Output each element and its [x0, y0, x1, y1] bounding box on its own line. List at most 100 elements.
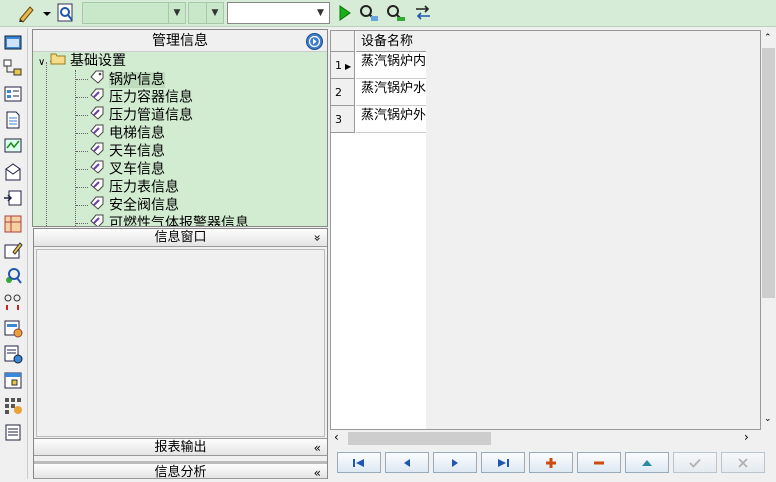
printer-icon[interactable] — [3, 422, 23, 442]
tag-icon — [89, 178, 109, 197]
equipment-name-cell[interactable]: 蒸汽锅炉外 — [356, 106, 426, 133]
value-select[interactable]: ▼ — [227, 2, 330, 24]
equipment-name-cell[interactable]: 蒸汽锅炉内 — [356, 52, 426, 79]
last-record-button[interactable] — [481, 452, 525, 473]
tag-icon — [89, 214, 109, 226]
scroll-right-icon[interactable]: › — [744, 430, 749, 444]
edit-record-button[interactable] — [625, 452, 669, 473]
tag-icon — [89, 106, 109, 125]
table-row[interactable]: 3 蒸汽锅炉外 — [331, 106, 426, 133]
delete-record-button[interactable] — [577, 452, 621, 473]
equipment-name-cell[interactable]: 蒸汽锅炉水 — [356, 79, 426, 106]
plus-icon — [546, 457, 556, 468]
vertical-scroll-thumb[interactable] — [762, 48, 775, 298]
expand-icon[interactable]: « — [314, 439, 321, 457]
window-icon[interactable] — [3, 33, 23, 53]
scroll-left-icon[interactable]: ‹ — [334, 430, 339, 444]
operator-select[interactable]: ▼ — [188, 2, 224, 24]
current-row-pointer-icon: ▶ — [345, 62, 352, 71]
search-filter-icon[interactable] — [385, 3, 407, 23]
tree-item-elevator[interactable]: 电梯信息 — [89, 124, 165, 142]
first-icon — [353, 458, 364, 467]
post-record-button[interactable] — [673, 452, 717, 473]
info-analysis-header[interactable]: 信息分析 « — [34, 461, 327, 482]
chevron-down-icon[interactable]: ▼ — [168, 3, 185, 23]
scroll-up-icon[interactable]: ⌃ — [764, 33, 772, 43]
export-icon[interactable] — [3, 188, 23, 208]
apps-icon[interactable] — [3, 396, 23, 416]
chevron-down-icon[interactable]: ▼ — [312, 3, 329, 23]
mail-icon[interactable] — [3, 162, 23, 182]
vertical-scrollbar[interactable]: ⌃ ⌄ — [761, 30, 776, 430]
row-number[interactable]: 2 — [331, 79, 355, 106]
tree-root-label: 基础设置 — [70, 53, 126, 69]
collapse-icon[interactable]: » — [308, 234, 326, 241]
close-icon — [738, 457, 748, 468]
field-select[interactable]: ▼ — [82, 2, 186, 24]
horizontal-scroll-thumb[interactable] — [348, 432, 491, 445]
folder-icon — [50, 52, 68, 70]
report-output-header[interactable]: 报表输出 « — [34, 438, 327, 456]
first-record-button[interactable] — [337, 452, 381, 473]
refresh-icon[interactable] — [412, 3, 434, 23]
tag-icon — [89, 70, 109, 89]
table-row[interactable]: 2 蒸汽锅炉水 — [331, 79, 426, 106]
column-header-equipment-name[interactable]: 设备名称 — [356, 31, 426, 52]
scroll-down-icon[interactable]: ⌄ — [764, 414, 772, 424]
horizontal-scrollbar[interactable]: ‹ › — [330, 430, 761, 447]
grid-empty-area — [426, 31, 760, 429]
next-record-button[interactable] — [433, 452, 477, 473]
grid-left-fill — [331, 134, 355, 429]
tree-item-pressure-pipe[interactable]: 压力管道信息 — [89, 106, 193, 124]
panel-header: 管理信息 — [33, 30, 327, 52]
tree-item-label: 锅炉信息 — [109, 71, 165, 88]
tree-item-label: 压力管道信息 — [109, 107, 193, 124]
tree-item-label: 安全阀信息 — [109, 197, 179, 214]
info-analysis-title: 信息分析 — [154, 465, 207, 480]
monitor-chart-icon[interactable] — [3, 136, 23, 156]
pencil-icon[interactable] — [16, 3, 38, 23]
info-window-panel: 信息窗口 » 报表输出 « 信息分析 « — [33, 228, 328, 482]
grid-corner[interactable] — [331, 31, 355, 52]
report-icon[interactable] — [3, 318, 23, 338]
table-row[interactable]: 1 ▶ 蒸汽锅炉内 — [331, 52, 426, 79]
tree-item-safety-valve[interactable]: 安全阀信息 — [89, 196, 179, 214]
tree-root-basic-settings[interactable]: ∨ 基础设置 — [38, 52, 126, 70]
check-icon — [689, 458, 701, 468]
row-number-text: 1 — [335, 59, 342, 72]
tree-item-label: 天车信息 — [109, 143, 165, 160]
tree-item-pressure-vessel[interactable]: 压力容器信息 — [89, 88, 193, 106]
link-icon[interactable] — [3, 292, 23, 312]
tree-item-forklift[interactable]: 叉车信息 — [89, 160, 165, 178]
calendar-icon[interactable] — [3, 370, 23, 390]
search-people-icon[interactable] — [358, 3, 380, 23]
user-search-icon[interactable] — [3, 266, 23, 286]
cancel-record-button[interactable] — [721, 452, 765, 473]
prior-record-button[interactable] — [385, 452, 429, 473]
run-query-icon[interactable] — [334, 3, 354, 23]
report-settings-icon[interactable] — [3, 344, 23, 364]
panel-title: 管理信息 — [152, 33, 208, 49]
tree-item-crane[interactable]: 天车信息 — [89, 142, 165, 160]
insert-record-button[interactable] — [529, 452, 573, 473]
find-icon[interactable] — [56, 3, 78, 23]
tree-item-gas-alarm[interactable]: 可燃性气体报警器信息 — [89, 214, 249, 226]
edit-icon — [642, 459, 652, 466]
tree-item-pressure-gauge[interactable]: 压力表信息 — [89, 178, 179, 196]
edit-list-icon[interactable] — [3, 240, 23, 260]
row-number[interactable]: 3 — [331, 106, 355, 133]
form-icon[interactable] — [3, 84, 23, 104]
expand-icon[interactable]: « — [314, 464, 321, 482]
document-icon[interactable] — [3, 110, 23, 130]
collapse-toggle-icon[interactable]: ∨ — [38, 54, 50, 72]
chevron-down-icon[interactable]: ▼ — [206, 3, 223, 23]
info-window-header[interactable]: 信息窗口 » — [34, 229, 327, 247]
go-arrow-icon[interactable] — [306, 33, 323, 50]
last-icon — [498, 458, 509, 467]
tag-icon — [89, 88, 109, 107]
chevron-down-icon[interactable] — [41, 3, 53, 23]
network-icon[interactable] — [3, 58, 23, 78]
grid-icon[interactable] — [3, 214, 23, 234]
row-number[interactable]: 1 ▶ — [331, 52, 355, 79]
tree-item-boiler[interactable]: 锅炉信息 — [89, 70, 165, 88]
